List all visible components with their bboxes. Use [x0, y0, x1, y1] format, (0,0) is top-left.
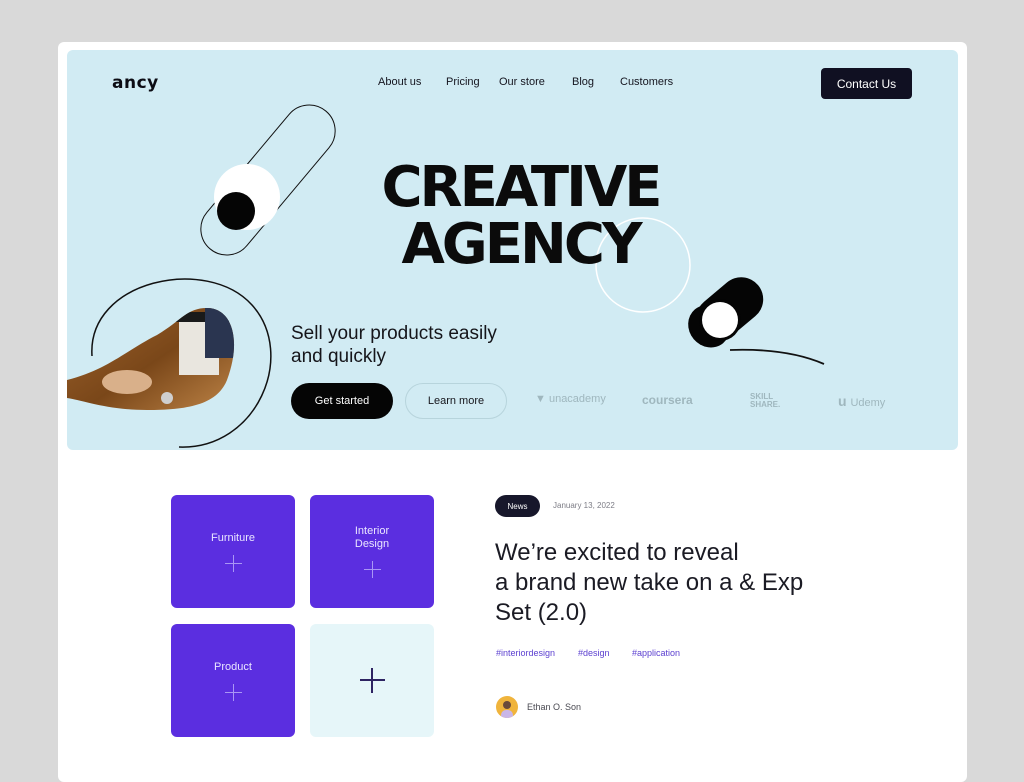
swoosh-line	[729, 348, 825, 365]
news-badge[interactable]: News	[495, 495, 540, 517]
plus-icon	[359, 668, 385, 693]
partner-logo-coursera: coursera	[642, 393, 693, 407]
tag-interiordesign[interactable]: #interiordesign	[496, 648, 555, 658]
tile-interior-design[interactable]: Interior Design	[310, 495, 434, 608]
tile-product-label: Product	[214, 660, 252, 673]
headline-line-3: Set (2.0)	[495, 599, 588, 626]
tag-design[interactable]: #design	[578, 648, 610, 658]
get-started-button[interactable]: Get started	[291, 383, 393, 419]
headline-line-2: a brand new take on a & Exp	[495, 569, 804, 596]
tag-application[interactable]: #application	[632, 648, 680, 658]
plus-icon	[224, 683, 242, 701]
nav-blog[interactable]: Blog	[572, 76, 594, 88]
partner-logo-skillshare: SKILL SHARE.	[750, 393, 780, 409]
nav-pricing[interactable]: Pricing	[446, 76, 480, 88]
udemy-label: Udemy	[850, 397, 886, 409]
hero-title-line-2: AGENCY	[401, 212, 642, 277]
nav-customers[interactable]: Customers	[620, 76, 673, 88]
desk-photo-image	[67, 308, 235, 410]
udemy-icon: u	[838, 393, 851, 409]
contact-us-button[interactable]: Contact Us	[821, 68, 912, 99]
cylinder-face	[702, 302, 738, 338]
nav-about-us[interactable]: About us	[378, 76, 421, 88]
brand-logo[interactable]: ancy	[112, 73, 159, 93]
article-headline: We’re excited to reveal a brand new take…	[495, 538, 875, 628]
partner-logo-udemy: u Udemy	[838, 393, 885, 409]
plus-icon	[363, 561, 381, 578]
article-date: January 13, 2022	[553, 501, 615, 510]
nav-our-store[interactable]: Our store	[499, 76, 545, 88]
tile-interior-line-2: Design	[354, 538, 390, 550]
tagline-line-2: and quickly	[291, 346, 387, 367]
plus-icon	[224, 554, 242, 572]
unacademy-label: unacademy	[548, 393, 606, 405]
partner-logo-unacademy: ▼ unacademy	[535, 393, 606, 405]
headline-line-1: We’re excited to reveal	[495, 539, 739, 566]
user-avatar-icon[interactable]	[496, 696, 518, 718]
tile-furniture-label: Furniture	[210, 531, 256, 544]
tile-add-new[interactable]	[310, 624, 434, 737]
learn-more-button[interactable]: Learn more	[405, 383, 507, 419]
skillshare-line-2: SHARE.	[750, 400, 781, 409]
unacademy-icon: ▼	[535, 393, 549, 405]
tagline-line-1: Sell your products easily	[291, 323, 497, 344]
author-name[interactable]: Ethan O. Son	[527, 702, 581, 712]
avatar-drawing	[501, 701, 513, 718]
tile-interior-design-label: Interior Design	[355, 525, 389, 551]
tile-furniture[interactable]: Furniture	[171, 495, 295, 608]
hero-tagline: Sell your products easily and quickly	[291, 322, 551, 368]
tile-product[interactable]: Product	[171, 624, 295, 737]
hero-title-line-1: CREATIVE	[381, 155, 662, 220]
tile-interior-line-1: Interior	[354, 525, 390, 537]
hero-section: ancy About us Pricing Our store Blog Cus…	[67, 50, 958, 450]
